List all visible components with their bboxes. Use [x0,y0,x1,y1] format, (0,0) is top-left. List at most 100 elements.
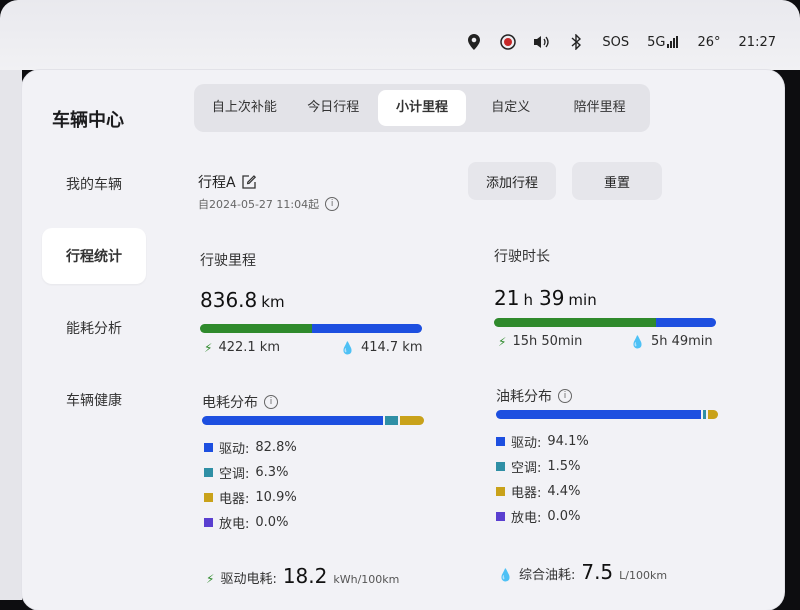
electric-dist-legend-item: 电器: 10.9% [204,488,297,507]
clock: 21:27 [738,34,776,50]
fuel-dist-bar [496,410,718,419]
electric-dist-segment-1 [382,416,399,425]
droplet-icon: 💧 [498,568,513,582]
electric-dist-label: 电耗分布 [202,395,258,411]
legend-label: 放电: [511,511,542,526]
fuel-dist-label: 油耗分布 [496,389,552,405]
reset-button[interactable]: 重置 [572,162,662,200]
duration-m-unit: min [568,291,597,309]
tab-companion[interactable]: 陪伴里程 [555,90,644,126]
legend-label: 放电: [219,517,250,532]
status-items: SOS 5G 26° 21:27 [466,34,776,50]
legend-swatch [204,493,213,502]
legend-value: 94.1% [547,434,589,449]
duration-value: 21 h 39 min [494,286,597,310]
legend-value: 0.0% [547,509,581,524]
legend-value: 10.9% [255,490,297,505]
bolt-icon: ⚡ [206,572,215,586]
legend-value: 6.3% [255,465,289,480]
distance-electric-value: 422.1 km [218,340,280,355]
trip-since: 自2024-05-27 11:04起 [198,198,320,211]
tab-since-last-charge[interactable]: 自上次补能 [200,90,289,126]
sos-label[interactable]: SOS [602,35,629,50]
electric-dist-segment-2 [398,416,424,425]
location-icon [466,34,482,50]
electric-consumption-label: 驱动电耗: [220,572,277,587]
electric-dist-bar [202,416,424,425]
duration-electric: ⚡ 15h 50min [498,334,582,349]
electric-dist-header: 电耗分布 i [202,392,278,412]
legend-swatch [496,437,505,446]
trip-tabs: 自上次补能 今日行程 小计里程 自定义 陪伴里程 [194,84,650,132]
sidebar-item-trip-stats[interactable]: 行程统计 [42,228,146,284]
droplet-icon: 💧 [340,340,355,355]
duration-minutes: 39 [538,286,565,310]
network-status: 5G [647,35,679,50]
tab-subtotal[interactable]: 小计里程 [377,90,467,126]
volume-icon[interactable] [534,34,550,50]
bolt-icon: ⚡ [204,340,213,355]
info-icon[interactable]: i [264,395,278,409]
bluetooth-icon[interactable] [568,34,584,50]
duration-hours: 21 [494,286,520,310]
legend-swatch [204,518,213,527]
fuel-consumption-value: 7.5 [581,560,614,584]
fuel-consumption-label: 综合油耗: [518,568,576,583]
distance-fuel-segment [311,324,422,333]
page-title: 车辆中心 [52,110,124,131]
distance-fuel: 💧 414.7 km [340,340,423,355]
distance-bar [200,324,422,333]
distance-value: 836.8 km [200,288,285,312]
vehicle-center-panel: 车辆中心 我的车辆 行程统计 能耗分析 车辆健康 自上次补能 今日行程 小计里程… [22,70,784,610]
electric-consumption: ⚡ 驱动电耗: 18.2 kWh/100km [206,564,399,588]
electric-dist-legend-item: 放电: 0.0% [204,513,288,532]
trip-name-row: 行程A [198,172,256,192]
duration-fuel: 💧 5h 49min [630,334,713,349]
distance-fuel-value: 414.7 km [360,340,423,355]
legend-label: 空调: [511,461,542,476]
legend-swatch [204,443,213,452]
legend-label: 电器: [511,486,542,501]
add-trip-button[interactable]: 添加行程 [468,162,556,200]
legend-swatch [496,462,505,471]
temperature: 26° [697,34,721,50]
legend-value: 82.8% [255,440,297,455]
legend-swatch [204,468,213,477]
info-icon[interactable]: i [325,197,340,211]
electric-dist-segment-0 [202,416,383,425]
tab-today[interactable]: 今日行程 [289,90,378,126]
duration-label: 行驶时长 [494,249,550,265]
tab-custom[interactable]: 自定义 [466,90,555,126]
status-bar: SOS 5G 26° 21:27 [0,0,800,70]
duration-electric-segment [494,318,657,327]
fuel-consumption: 💧 综合油耗: 7.5 L/100km [498,560,667,584]
duration-bar [494,318,716,327]
trip-since-row: 自2024-05-27 11:04起 i [198,196,340,212]
record-icon [500,34,517,50]
electric-dist-legend-item: 驱动: 82.8% [204,438,297,457]
distance-label: 行驶里程 [200,253,256,269]
fuel-dist-legend-item: 放电: 0.0% [496,507,580,526]
sidebar-item-energy-analysis[interactable]: 能耗分析 [42,300,146,356]
electric-consumption-unit: kWh/100km [333,573,400,586]
electric-dist-legend-item: 空调: 6.3% [204,463,288,482]
left-edge-panel [0,70,22,600]
fuel-dist-segment-2 [706,410,718,419]
legend-label: 驱动: [219,442,250,457]
edit-icon[interactable] [241,175,256,189]
legend-value: 1.5% [547,459,581,474]
fuel-dist-header: 油耗分布 i [496,386,572,406]
network-label: 5G [647,34,666,50]
distance-electric: ⚡ 422.1 km [204,340,280,355]
droplet-icon: 💧 [630,334,645,349]
sidebar-item-my-vehicle[interactable]: 我的车辆 [42,156,146,212]
sidebar-item-vehicle-health[interactable]: 车辆健康 [42,372,146,428]
distance-number: 836.8 [200,288,258,312]
info-icon[interactable]: i [558,389,572,403]
duration-electric-value: 15h 50min [512,334,583,349]
fuel-dist-segment-0 [496,410,702,419]
bolt-icon: ⚡ [498,334,507,349]
fuel-dist-legend-item: 驱动: 94.1% [496,432,589,451]
signal-icon [667,36,679,48]
duration-fuel-value: 5h 49min [650,334,713,349]
